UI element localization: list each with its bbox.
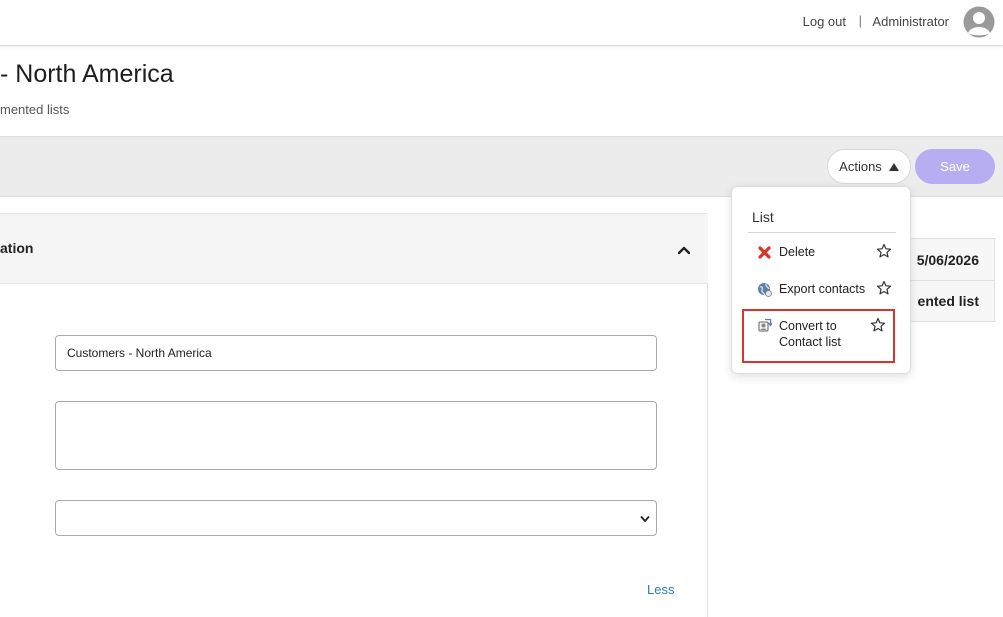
details-divider [897, 280, 994, 281]
delete-x-icon [758, 246, 771, 259]
details-date: 5/06/2026 [916, 252, 979, 268]
menu-section-header: List [752, 209, 774, 225]
menu-item-label: Convert to Contact list [779, 319, 841, 349]
caret-up-icon [888, 162, 899, 171]
menu-item-convert-to-contact-list[interactable]: Convert to Contact list [742, 309, 895, 363]
menu-divider [748, 232, 896, 233]
actions-dropdown-menu: List Delete Export contacts Convert to C [731, 186, 911, 374]
menu-item-export-contacts[interactable]: Export contacts [748, 280, 896, 301]
list-name-input[interactable]: Customers - North America [55, 335, 657, 371]
actions-button-label: Actions [839, 159, 882, 174]
star-outline-icon[interactable] [876, 280, 892, 296]
logout-link[interactable]: Log out [803, 14, 846, 29]
page-subtitle: mented lists [0, 102, 70, 117]
user-avatar-icon[interactable] [963, 6, 995, 38]
menu-item-label: Delete [779, 245, 816, 259]
page-title: - North America [0, 60, 174, 88]
star-outline-icon[interactable] [870, 317, 886, 333]
panel-header[interactable]: ation [0, 214, 708, 284]
actions-button[interactable]: Actions [827, 149, 911, 184]
globe-export-icon [758, 283, 772, 297]
details-type: ented list [917, 293, 979, 309]
chevron-up-icon[interactable] [677, 243, 691, 257]
menu-item-label: Export contacts [779, 282, 866, 296]
star-outline-icon[interactable] [876, 243, 892, 259]
user-name[interactable]: Administrator [872, 14, 949, 29]
list-select[interactable] [55, 500, 657, 536]
menu-item-delete[interactable]: Delete [748, 243, 896, 264]
chevron-down-icon [640, 516, 650, 522]
less-link[interactable]: Less [647, 582, 674, 597]
panel-title: ation [0, 240, 34, 256]
top-bar: Log out | Administrator [0, 0, 1003, 46]
header-separator: | [858, 13, 862, 28]
save-button[interactable]: Save [915, 149, 995, 184]
general-information-panel: ation Customers - North America Less [0, 213, 708, 617]
convert-list-icon [758, 318, 772, 332]
list-description-textarea[interactable] [55, 401, 657, 470]
